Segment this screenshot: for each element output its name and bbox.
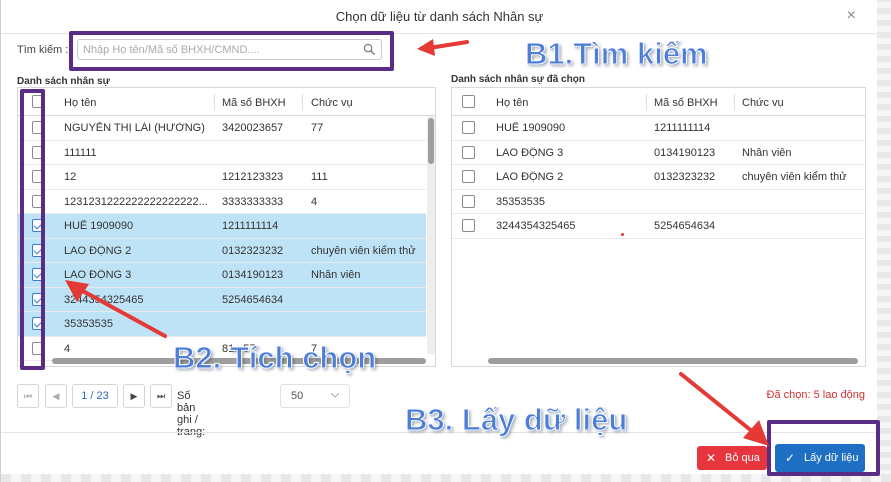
cell-position: 111 [311,171,328,183]
cell-name: HUẾ 1909090 [64,220,134,232]
table-row[interactable]: LAO ĐỘNG 2 0132323232 chuyên viên kiểm thử [18,238,426,263]
column-divider [734,94,735,110]
background-edge [877,0,891,482]
select-all-checkbox[interactable] [462,95,475,108]
cell-bhxh: 0134190123 [222,269,284,281]
vertical-scrollbar[interactable] [427,116,435,354]
table-row[interactable]: 12 1212123323 111 [18,165,426,190]
table-row[interactable]: LAO ĐỘNG 3 0134190123 Nhân viên [452,141,865,165]
close-icon: ✕ [706,451,717,465]
cell-bhxh: 3420023657 [222,122,284,134]
cell-bhxh: 5254654634 [654,220,716,232]
column-divider [646,94,647,110]
checkbox-column-highlight-box [20,89,45,370]
cell-name: 1231231222222222222222... [64,195,208,208]
cell-name: LAO ĐỘNG 2 [496,171,564,183]
cell-bhxh: 0134190123 [654,146,716,159]
close-icon[interactable]: × [847,7,856,25]
grid-header: Họ tên Mã số BHXH Chức vụ [18,88,435,116]
table-row[interactable]: HUẾ 1909090 1211111114 [18,214,426,239]
step2-annotation: B2. Tích chọn [172,340,377,376]
step3-annotation: B3. Lấy dữ liệu [404,402,628,438]
column-divider [214,94,215,110]
cancel-button-label: Bỏ qua [725,452,760,464]
first-page-button[interactable]: ⏮ [17,384,39,408]
column-header-position[interactable]: Chức vụ [311,97,353,109]
cell-bhxh: 3333333333 [222,195,284,208]
arrow-step2-icon [65,280,167,338]
per-page-select[interactable]: 50 [280,384,350,408]
scrollbar-thumb[interactable] [428,118,434,164]
table-row[interactable]: 35353535 [452,190,865,214]
last-page-button[interactable]: ⏭ [150,384,172,408]
cell-bhxh: 1211111114 [654,122,711,134]
cell-bhxh: 5254654634 [222,293,284,306]
get-data-highlight-box [767,420,880,476]
cell-position: Nhân viên [311,269,361,281]
step1-annotation: B1.Tìm kiếm [525,36,709,72]
arrow-step3-icon [679,372,769,446]
horizontal-scrollbar-thumb[interactable] [488,358,858,364]
cell-bhxh: 0132323232 [654,171,716,183]
row-checkbox[interactable] [462,145,475,159]
column-header-bhxh[interactable]: Mã số BHXH [654,97,718,109]
staff-list-label: Danh sách nhân sự [17,76,110,87]
selected-grid: Họ tên Mã số BHXH Chức vụ HUẾ 1909090 121… [451,87,866,367]
cell-position: chuyên viên kiểm thử [311,244,416,257]
cell-position: Nhân viên [742,146,792,159]
cell-bhxh: 1212123323 [222,171,284,183]
next-page-button[interactable]: ▶ [123,384,145,408]
arrow-step1-icon [417,39,469,56]
per-page-label: Số bản ghi / trang: [177,390,206,438]
column-divider [302,94,303,110]
cell-position: chuyên viên kiểm thử [742,171,847,183]
table-row[interactable]: 111111 [18,141,426,165]
select-staff-dialog: Chọn dữ liệu từ danh sách Nhân sự × Tìm … [0,0,891,482]
stray-dot [621,233,624,236]
cell-name: 35353535 [496,195,545,208]
row-checkbox[interactable] [462,219,475,232]
column-header-bhxh[interactable]: Mã số BHXH [222,97,286,109]
cell-name: 111111 [64,146,97,159]
cell-name: 12 [64,171,77,183]
cell-name: NGUYỄN THỊ LÁI (HƯỜNG) [64,122,205,134]
search-highlight-box [69,31,394,71]
row-checkbox[interactable] [462,121,475,134]
selected-count: Đã chọn: 5 lao động [766,389,865,401]
per-page-value: 50 [291,390,304,402]
column-header-position[interactable]: Chức vụ [742,97,784,109]
search-label: Tìm kiếm : [17,44,69,56]
background-edge-bottom [1,474,891,482]
dialog-title-bar: Chọn dữ liệu từ danh sách Nhân sự × [1,0,878,34]
chevron-down-icon [331,393,339,398]
cell-name: LAO ĐỘNG 2 [64,244,132,257]
table-row[interactable]: 3244354325465 5254654634 [452,214,865,239]
row-checkbox[interactable] [462,194,475,208]
page-number-display[interactable]: 1 / 23 [72,384,118,408]
cell-name: LAO ĐỘNG 3 [496,146,564,159]
cell-name: 3244354325465 [496,220,576,232]
cell-position: 4 [311,195,318,208]
column-header-name[interactable]: Họ tên [64,97,96,109]
table-row[interactable]: NGUYỄN THỊ LÁI (HƯỜNG) 3420023657 77 [18,116,426,141]
cell-bhxh: 1211111114 [222,220,279,232]
grid-header: Họ tên Mã số BHXH Chức vụ [452,88,865,116]
table-row[interactable]: 1231231222222222222222... 3333333333 4 [18,190,426,214]
cell-bhxh: 0132323232 [222,244,284,257]
dialog-title: Chọn dữ liệu từ danh sách Nhân sự [335,9,544,24]
column-header-name[interactable]: Họ tên [496,97,528,109]
cell-name: HUẾ 1909090 [496,122,566,134]
table-row[interactable]: LAO ĐỘNG 2 0132323232 chuyên viên kiểm thử [452,165,865,190]
selected-list-label: Danh sách nhân sự đã chọn [451,74,585,85]
cell-position: 77 [311,122,324,134]
prev-page-button[interactable]: ◀ [45,384,67,408]
table-row[interactable]: HUẾ 1909090 1211111114 [452,116,865,141]
row-checkbox[interactable] [462,170,475,183]
